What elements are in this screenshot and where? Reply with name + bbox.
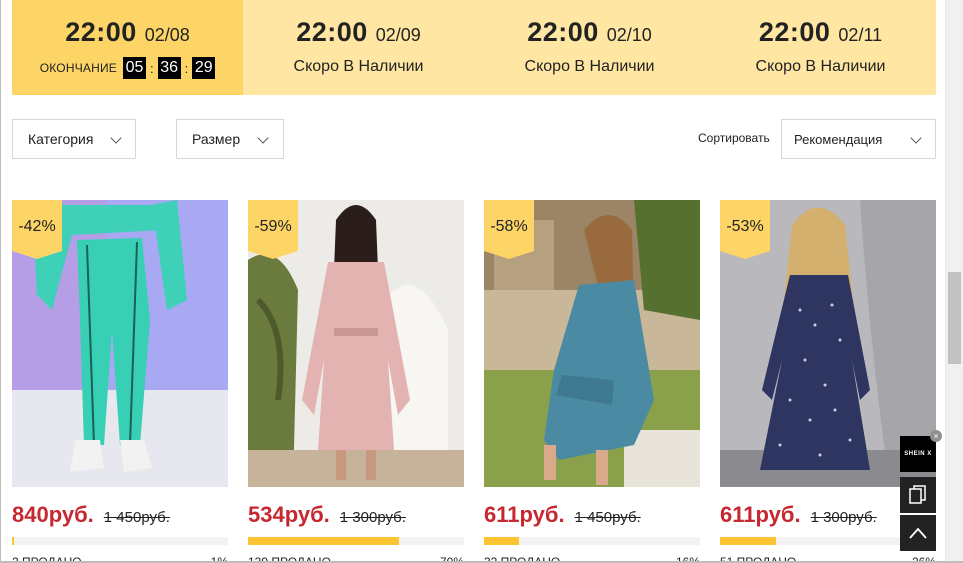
slot-time: 22:00 bbox=[296, 17, 368, 47]
slot-heading: 22:00 02/09 bbox=[296, 17, 421, 48]
close-icon[interactable]: × bbox=[930, 430, 942, 442]
copy-icon bbox=[909, 485, 926, 504]
sort-label: Сортировать bbox=[698, 131, 770, 145]
countdown-label: ОКОНЧАНИЕ bbox=[39, 61, 118, 75]
vertical-scrollbar[interactable] bbox=[945, 0, 963, 563]
window-border-left bbox=[0, 0, 1, 563]
category-filter-label: Категория bbox=[28, 131, 94, 147]
slot-date: 02/08 bbox=[144, 25, 190, 45]
discount-text: -58% bbox=[490, 218, 528, 235]
original-price: 1 450руб. bbox=[103, 509, 170, 526]
product-card[interactable]: -59% 534руб. 1 300руб. 139 ПРОДАНО 70% bbox=[248, 200, 464, 563]
slot-date: 02/10 bbox=[606, 25, 652, 45]
timeline-slot-current[interactable]: 22:00 02/08 ОКОНЧАНИЕ 05 : 36 : 29 bbox=[12, 0, 243, 95]
slot-date: 02/11 bbox=[838, 25, 883, 45]
discount-badge: -58% bbox=[484, 200, 534, 259]
original-price: 1 300руб. bbox=[810, 509, 877, 526]
sale-price: 840руб. bbox=[12, 502, 94, 527]
sold-progress-fill bbox=[720, 537, 777, 545]
size-filter-label: Размер bbox=[192, 131, 241, 147]
discount-badge: -42% bbox=[12, 200, 62, 259]
chevron-up-icon bbox=[909, 527, 927, 539]
discount-badge: -53% bbox=[720, 200, 770, 259]
timeline-slot[interactable]: 22:00 02/10 Скоро В Наличии bbox=[474, 0, 705, 95]
sold-progress-bar bbox=[248, 537, 464, 545]
sort-dropdown[interactable]: Рекомендация bbox=[781, 119, 936, 159]
countdown-separator: : bbox=[150, 60, 154, 76]
price-row: 611руб. 1 450руб. bbox=[484, 502, 641, 528]
price-row: 611руб. 1 300руб. bbox=[720, 502, 877, 528]
countdown-separator: : bbox=[184, 60, 189, 76]
product-card[interactable]: -42% 840руб. 1 450руб. 2 ПРОДАНО 1% bbox=[12, 200, 228, 563]
slot-status: Скоро В Наличии bbox=[524, 58, 655, 75]
chevron-down-icon bbox=[257, 132, 269, 144]
sale-price: 611руб. bbox=[720, 502, 801, 527]
slot-date: 02/09 bbox=[375, 25, 421, 45]
countdown-seconds: 29 bbox=[192, 57, 216, 79]
back-to-top-button[interactable] bbox=[900, 515, 936, 551]
slot-status: Скоро В Наличии bbox=[293, 58, 424, 75]
discount-badge: -59% bbox=[248, 200, 298, 259]
shein-x-widget[interactable]: SHEIN X bbox=[900, 436, 936, 472]
discount-text: -53% bbox=[726, 218, 764, 235]
original-price: 1 300руб. bbox=[339, 509, 406, 526]
original-price: 1 450руб. bbox=[574, 509, 641, 526]
discount-text: -59% bbox=[254, 218, 292, 235]
slot-heading: 22:00 02/08 bbox=[65, 17, 190, 48]
price-row: 534руб. 1 300руб. bbox=[248, 502, 406, 528]
slot-time: 22:00 bbox=[65, 17, 137, 47]
slot-time: 22:00 bbox=[527, 17, 599, 47]
timeline-slot[interactable]: 22:00 02/11 Скоро В Наличии bbox=[705, 0, 936, 95]
sold-progress-bar bbox=[484, 537, 700, 545]
size-filter-dropdown[interactable]: Размер bbox=[176, 119, 284, 159]
countdown-minutes: 36 bbox=[157, 57, 181, 79]
countdown-timer: ОКОНЧАНИЕ 05 : 36 : 29 bbox=[40, 57, 216, 79]
category-filter-dropdown[interactable]: Категория bbox=[12, 119, 136, 159]
product-card[interactable]: -58% 611руб. 1 450руб. 32 ПРОДАНО 16% bbox=[484, 200, 700, 563]
slot-status: Скоро В Наличии bbox=[755, 58, 886, 75]
slot-time: 22:00 bbox=[758, 17, 831, 47]
copy-button[interactable] bbox=[900, 477, 936, 513]
sale-price: 611руб. bbox=[484, 502, 565, 527]
sale-price: 534руб. bbox=[248, 502, 330, 527]
chevron-down-icon bbox=[910, 132, 922, 144]
sold-progress-fill bbox=[484, 537, 519, 545]
sold-progress-fill bbox=[12, 537, 15, 545]
slot-heading: 22:00 02/11 bbox=[759, 17, 882, 48]
countdown-hours: 05 bbox=[123, 57, 147, 79]
sort-value: Рекомендация bbox=[794, 131, 883, 147]
price-row: 840руб. 1 450руб. bbox=[12, 502, 170, 528]
slot-heading: 22:00 02/10 bbox=[527, 17, 652, 48]
discount-text: -42% bbox=[18, 218, 56, 235]
shein-x-label: SHEIN X bbox=[904, 451, 932, 457]
flash-sale-timeline: 22:00 02/08 ОКОНЧАНИЕ 05 : 36 : 29 22:00… bbox=[12, 0, 936, 95]
timeline-slot[interactable]: 22:00 02/09 Скоро В Наличии bbox=[243, 0, 474, 95]
chevron-down-icon bbox=[110, 132, 122, 144]
sold-progress-bar bbox=[12, 537, 228, 545]
scrollbar-thumb[interactable] bbox=[948, 272, 961, 364]
sold-progress-fill bbox=[248, 537, 400, 545]
